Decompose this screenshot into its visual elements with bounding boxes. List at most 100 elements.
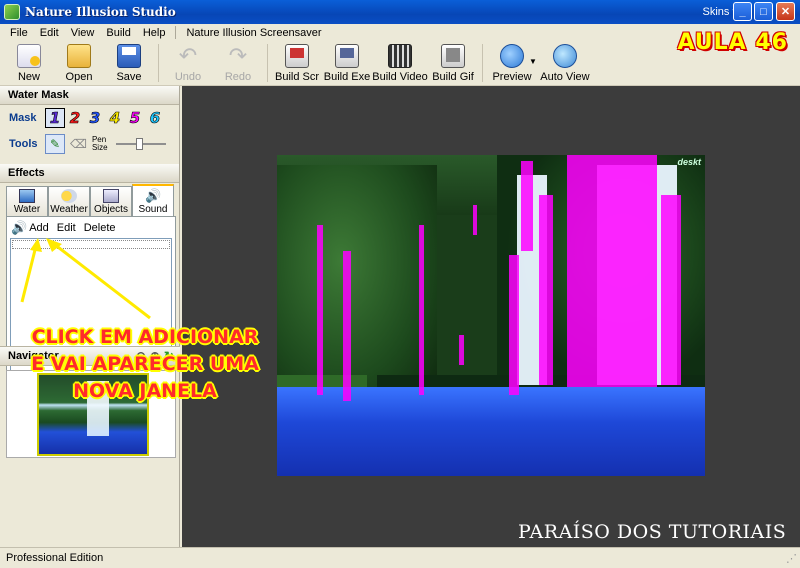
open-folder-icon xyxy=(67,44,91,68)
open-label: Open xyxy=(65,71,93,83)
tab-weather[interactable]: Weather xyxy=(48,186,90,216)
menu-edit[interactable]: Edit xyxy=(34,27,65,39)
build-scr-button[interactable]: Build Scr xyxy=(272,41,322,85)
lesson-number-banner: AULA 46 xyxy=(677,30,788,55)
tab-objects[interactable]: Objects xyxy=(90,186,132,216)
pen-tool-button[interactable]: ✎ xyxy=(45,134,65,154)
close-button[interactable]: ✕ xyxy=(776,2,795,21)
mask-5-button[interactable]: 5 xyxy=(125,109,145,128)
menu-screensaver[interactable]: Nature Illusion Screensaver xyxy=(180,27,327,39)
minimize-button[interactable]: _ xyxy=(733,2,752,21)
tutorial-callout: CLICK EM ADICIONAR E VAI APARECER UMA NO… xyxy=(6,324,284,405)
sound-add-icon[interactable]: 🔊 xyxy=(11,220,27,236)
mask-1-button[interactable]: 1 xyxy=(45,108,65,128)
auto-view-button[interactable]: Auto View xyxy=(537,41,593,85)
preview-icon xyxy=(500,44,524,68)
new-button[interactable]: New xyxy=(4,41,54,85)
water-mask-stroke xyxy=(521,161,533,251)
mask-2-button[interactable]: 2 xyxy=(65,109,85,128)
menu-view[interactable]: View xyxy=(65,27,101,39)
pen-size-slider[interactable] xyxy=(115,138,166,150)
save-disk-icon xyxy=(117,44,141,68)
list-item[interactable] xyxy=(12,240,170,249)
water-icon xyxy=(19,189,35,203)
redo-button[interactable]: ↷ Redo xyxy=(213,41,263,85)
undo-button[interactable]: ↶ Undo xyxy=(163,41,213,85)
image-watermark: deskt xyxy=(677,157,701,167)
mask-3-button[interactable]: 3 xyxy=(85,109,105,128)
tools-label: Tools xyxy=(9,138,38,150)
eraser-icon[interactable]: ⌫ xyxy=(70,137,87,151)
callout-line-3: NOVA JANELA xyxy=(73,380,217,402)
water-mask-stroke xyxy=(539,195,553,385)
build-exe-icon xyxy=(335,44,359,68)
edit-button[interactable]: Edit xyxy=(57,222,76,234)
callout-line-1: CLICK EM ADICIONAR xyxy=(31,326,259,348)
water-mask-stroke xyxy=(419,225,424,395)
maximize-button[interactable]: □ xyxy=(754,2,773,21)
mask-row: Mask 1 2 3 4 5 6 xyxy=(0,105,179,131)
water-mask-stroke xyxy=(473,205,477,235)
callout-line-2: E VAI APARECER UMA xyxy=(31,353,259,375)
delete-button[interactable]: Delete xyxy=(84,222,116,234)
build-video-label: Build Video xyxy=(372,71,428,83)
build-exe-label: Build Exe xyxy=(323,71,371,83)
open-button[interactable]: Open xyxy=(54,41,104,85)
image-left-rocks xyxy=(277,165,437,405)
slider-thumb[interactable] xyxy=(135,138,143,150)
build-gif-button[interactable]: Build Gif xyxy=(428,41,478,85)
waterfall-image[interactable]: deskt xyxy=(277,155,705,476)
menu-file[interactable]: File xyxy=(4,27,34,39)
image-water xyxy=(277,387,705,476)
left-panel: Water Mask Mask 1 2 3 4 5 6 Tools ✎ ⌫ Pe… xyxy=(0,86,180,547)
status-bar: Professional Edition ⋰ xyxy=(0,547,800,568)
build-video-icon xyxy=(388,44,412,68)
tab-weather-label: Weather xyxy=(50,204,88,215)
menu-separator xyxy=(175,26,177,39)
tab-water[interactable]: Water xyxy=(6,186,48,216)
water-mask-stroke xyxy=(661,195,681,385)
preview-dropdown-arrow[interactable]: ▼ xyxy=(529,57,537,66)
build-scr-icon xyxy=(285,44,309,68)
pen-icon: ✎ xyxy=(49,137,61,151)
menu-build[interactable]: Build xyxy=(100,27,136,39)
sound-actions: 🔊 Add Edit Delete xyxy=(7,217,175,238)
preview-label: Preview xyxy=(492,71,532,83)
undo-arrow-icon: ↶ xyxy=(178,43,198,68)
edition-label: Professional Edition xyxy=(6,552,104,564)
resize-grip-icon[interactable]: ⋰ xyxy=(786,552,797,565)
pen-size-label-line2: Size xyxy=(91,143,108,152)
tab-sound-label: Sound xyxy=(138,204,168,215)
water-mask-header: Water Mask xyxy=(0,86,179,105)
tab-sound[interactable]: 🔊 Sound xyxy=(132,184,174,216)
effects-tabs: Water Weather Objects 🔊 Sound xyxy=(0,183,179,216)
redo-arrow-icon: ↷ xyxy=(228,43,248,68)
tab-water-label: Water xyxy=(13,204,41,215)
add-button[interactable]: Add xyxy=(29,222,49,234)
objects-icon xyxy=(103,189,119,203)
pen-size-label: Pen Size xyxy=(92,136,108,152)
water-mask-stroke xyxy=(567,155,657,387)
speaker-icon: 🔊 xyxy=(145,188,162,203)
build-exe-button[interactable]: Build Exe xyxy=(322,41,372,85)
build-video-button[interactable]: Build Video xyxy=(372,41,428,85)
auto-view-label: Auto View xyxy=(540,71,590,83)
mask-6-button[interactable]: 6 xyxy=(145,109,165,128)
save-label: Save xyxy=(116,71,142,83)
app-icon xyxy=(4,4,20,20)
skins-label: Skins xyxy=(702,6,730,18)
new-label: New xyxy=(17,71,40,83)
water-mask-stroke xyxy=(317,225,323,395)
mask-label: Mask xyxy=(9,112,37,124)
effects-header: Effects xyxy=(0,164,179,183)
window-title: Nature Illusion Studio xyxy=(25,5,176,19)
canvas-area: deskt xyxy=(182,86,800,547)
mask-4-button[interactable]: 4 xyxy=(105,109,125,128)
tutorial-watermark: PARAÍSO DOS TUTORIAIS xyxy=(518,521,787,543)
toolbar-separator xyxy=(158,44,159,82)
undo-label: Undo xyxy=(174,71,202,83)
build-scr-label: Build Scr xyxy=(274,71,320,83)
auto-view-icon xyxy=(552,44,577,68)
menu-help[interactable]: Help xyxy=(137,27,172,39)
save-button[interactable]: Save xyxy=(104,41,154,85)
